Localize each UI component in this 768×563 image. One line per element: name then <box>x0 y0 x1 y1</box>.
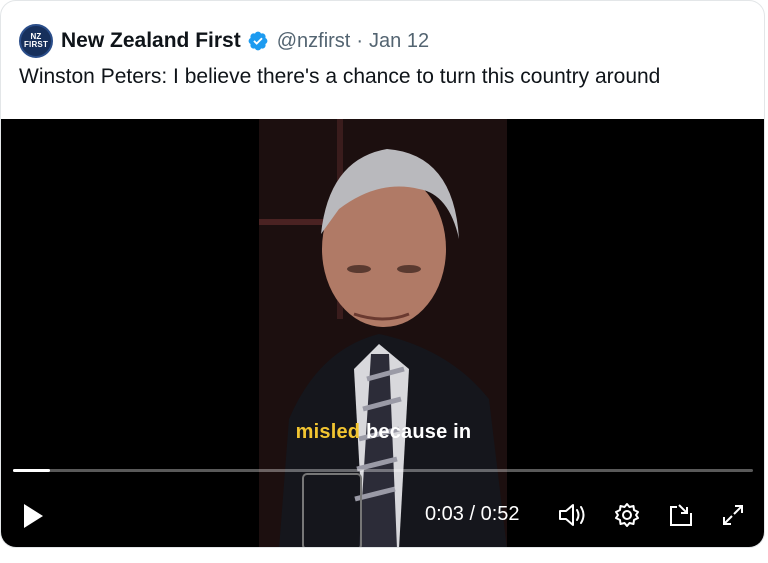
current-time: 0:03 <box>425 503 464 525</box>
progress-bar[interactable] <box>13 469 753 472</box>
subtitle-rest: because in <box>360 421 472 443</box>
avatar-logo: NZ FIRST <box>23 32 49 49</box>
video-controls: 0:03 / 0:52 <box>1 491 764 541</box>
tweet-header: NZ FIRST New Zealand First @nzfirst · Jan… <box>19 23 429 59</box>
duration: 0:52 <box>480 503 520 525</box>
fullscreen-icon[interactable] <box>719 501 747 529</box>
tweet-card[interactable]: NZ FIRST New Zealand First @nzfirst · Jan… <box>0 0 765 548</box>
separator-dot: · <box>356 29 364 52</box>
progress-fill <box>13 469 50 472</box>
speaker-figure <box>259 119 507 547</box>
volume-icon[interactable] <box>557 501 587 529</box>
pip-icon[interactable] <box>667 501 695 529</box>
play-icon[interactable] <box>21 503 45 529</box>
tweet-text: Winston Peters: I believe there's a chan… <box>19 65 661 88</box>
settings-icon[interactable] <box>613 501 641 529</box>
video-player[interactable]: misled because in 0:03 / 0:52 <box>1 119 764 547</box>
post-date[interactable]: Jan 12 <box>369 30 429 53</box>
account-handle[interactable]: @nzfirst <box>277 30 351 53</box>
subtitle-highlight: misled <box>295 421 361 443</box>
avatar[interactable]: NZ FIRST <box>19 24 53 58</box>
verified-badge-icon <box>247 30 269 52</box>
video-subtitle: misled because in <box>1 421 764 444</box>
time-separator: / <box>463 503 481 525</box>
account-name[interactable]: New Zealand First <box>61 29 241 53</box>
time-display: 0:03 / 0:52 <box>425 503 520 526</box>
video-frame <box>259 119 507 547</box>
